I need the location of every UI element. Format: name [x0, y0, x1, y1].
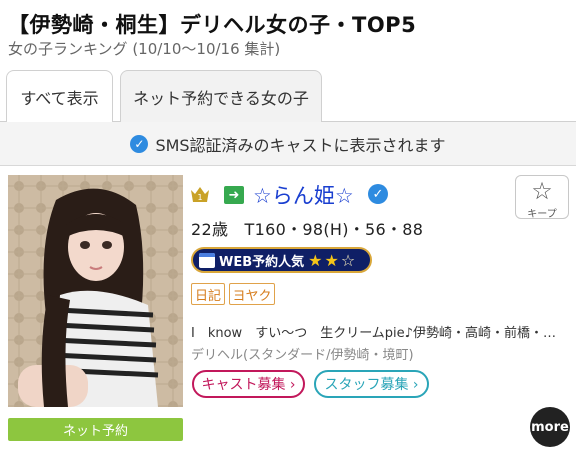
- star-empty-icon: ☆: [340, 250, 356, 270]
- notice-text: SMS認証済みのキャストに表示されます: [155, 135, 446, 155]
- star-outline-icon: ☆: [531, 177, 553, 205]
- calendar-icon: [199, 252, 215, 268]
- star-filled-icon: ★: [324, 250, 339, 270]
- page-title: 【伊勢崎・桐生】デリヘル女の子・TOP5: [8, 13, 417, 37]
- tag-reserve[interactable]: ヨヤク: [229, 283, 275, 305]
- sms-notice: ✓ SMS認証済みのキャストに表示されます: [0, 122, 576, 166]
- keep-button[interactable]: ☆ キープ: [515, 175, 569, 220]
- cast-profile: 22歳 T160・98(H)・56・88: [191, 220, 424, 239]
- tab-all[interactable]: すべて表示: [6, 70, 113, 123]
- net-reserve-button[interactable]: ネット予約: [8, 418, 183, 441]
- star-filled-icon: ★: [308, 250, 323, 270]
- keep-label: キープ: [527, 209, 557, 220]
- staff-recruit-button[interactable]: スタッフ募集 ›: [314, 370, 429, 398]
- web-badge-label: WEB予約人気: [219, 254, 305, 270]
- rank-crown-icon: 1: [191, 187, 209, 202]
- tag-diary[interactable]: 日記: [191, 283, 225, 305]
- cast-recruit-button[interactable]: キャスト募集 ›: [192, 370, 305, 398]
- verified-check-icon: ✓: [130, 134, 149, 153]
- cast-name[interactable]: ☆らん姫☆: [253, 180, 354, 210]
- more-button[interactable]: more: [530, 407, 570, 447]
- new-arrival-icon: ➜: [224, 186, 244, 204]
- shop-genre: デリヘル(スタンダード/伊勢崎・境町): [191, 348, 414, 363]
- web-reserve-popularity-badge: WEB予約人気 ★ ★ ☆: [191, 247, 372, 273]
- cast-photo[interactable]: [8, 175, 183, 407]
- rank-number: 1: [197, 193, 202, 202]
- verified-check-icon: ✓: [368, 184, 388, 204]
- cast-photo-image: [8, 175, 183, 407]
- cast-description[interactable]: I know すい〜つ 生クリームpie♪伊勢崎・高崎・前橋・…: [191, 322, 569, 341]
- page-subtitle: 女の子ランキング (10/10〜10/16 集計): [8, 40, 281, 58]
- tab-net-reserve[interactable]: ネット予約できる女の子: [120, 70, 322, 122]
